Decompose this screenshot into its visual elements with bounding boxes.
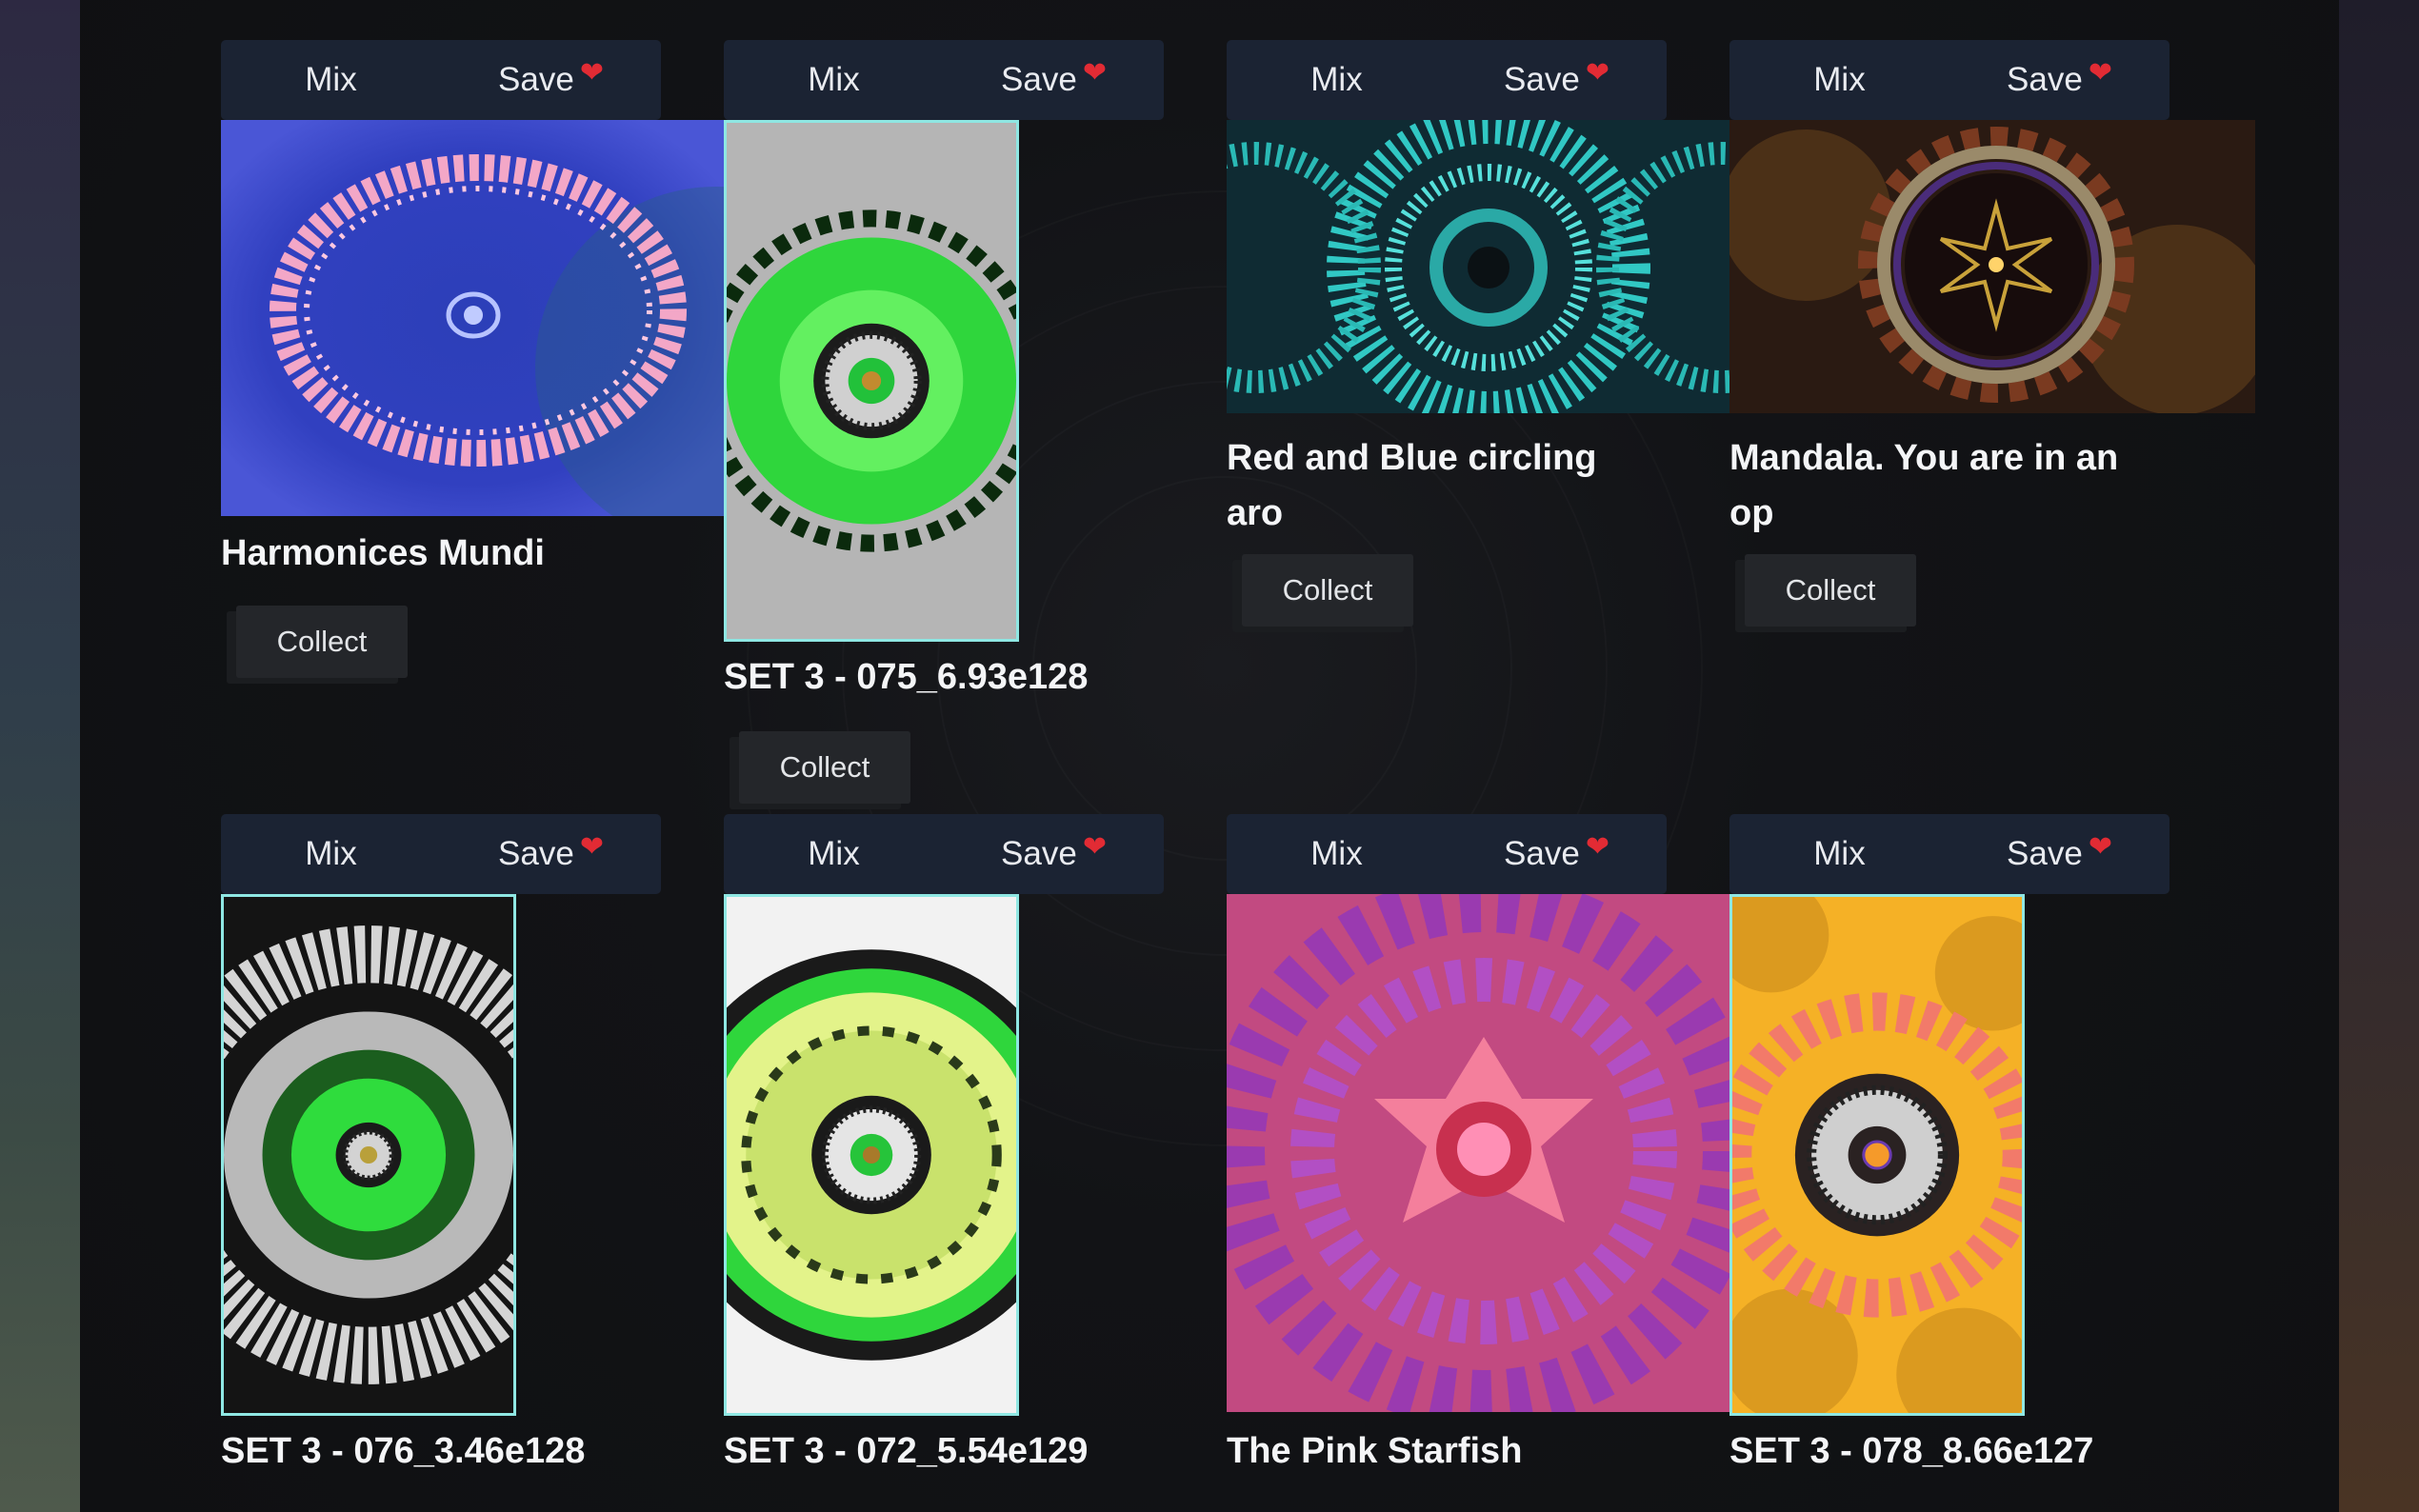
artwork-thumbnail[interactable] [221, 120, 724, 516]
save-button[interactable]: Save ❤ [1949, 40, 2169, 120]
gallery-card: Mix Save ❤ SET 3 - 078_8.66e127 [1729, 814, 2232, 1512]
collect-button[interactable]: Collect [1242, 554, 1413, 627]
heart-icon: ❤ [1585, 830, 1609, 863]
card-toolbar: Mix Save ❤ [221, 814, 661, 894]
artwork-title: Mandala. You are in an op [1729, 438, 2119, 533]
card-toolbar: Mix Save ❤ [1729, 814, 2169, 894]
artwork-title: SET 3 - 075_6.93e128 [724, 657, 1089, 697]
heart-icon: ❤ [579, 56, 604, 89]
card-toolbar: Mix Save ❤ [1227, 40, 1667, 120]
heart-icon: ❤ [1585, 56, 1609, 89]
collect-button[interactable]: Collect [739, 731, 910, 804]
mix-button[interactable]: Mix [1729, 40, 1949, 120]
artwork-thumbnail[interactable] [221, 894, 516, 1416]
mix-button[interactable]: Mix [1227, 40, 1447, 120]
save-button[interactable]: Save ❤ [944, 40, 1164, 120]
artwork-title: Red and Blue circling aro [1227, 438, 1597, 533]
artwork-title: The Pink Starfish [1227, 1431, 1523, 1471]
gallery-card: Mix Save ❤ SET 3 - 075_6.93e128 Collect [724, 40, 1227, 804]
save-button[interactable]: Save ❤ [1447, 40, 1667, 120]
gallery-card: Mix Save ❤ Mandala. You are in an op Coll… [1729, 40, 2255, 649]
heart-icon: ❤ [579, 830, 604, 863]
heart-icon: ❤ [1082, 830, 1107, 863]
artwork-thumbnail[interactable] [1227, 120, 1729, 413]
artwork-thumbnail[interactable] [724, 120, 1019, 642]
save-button[interactable]: Save ❤ [441, 40, 661, 120]
mix-button[interactable]: Mix [724, 40, 944, 120]
card-toolbar: Mix Save ❤ [1729, 40, 2169, 120]
save-button[interactable]: Save ❤ [944, 814, 1164, 894]
gallery-card: Mix Save ❤ SET 3 - 076_3.46e128 [221, 814, 724, 1512]
mix-button[interactable]: Mix [221, 40, 441, 120]
heart-icon: ❤ [2088, 830, 2112, 863]
mix-button[interactable]: Mix [1227, 814, 1447, 894]
right-backdrop [2339, 0, 2419, 1512]
card-toolbar: Mix Save ❤ [1227, 814, 1667, 894]
gallery-card: Mix Save ❤ Red and Blue circling aro Coll… [1227, 40, 1729, 649]
mix-button[interactable]: Mix [221, 814, 441, 894]
save-button[interactable]: Save ❤ [1949, 814, 2169, 894]
gallery-card: Mix Save ❤ The Pink Starfish [1227, 814, 1729, 1512]
gallery-card: Mix Save ❤ SET 3 - 072_5.54e129 [724, 814, 1227, 1512]
mix-button[interactable]: Mix [724, 814, 944, 894]
artwork-title: SET 3 - 076_3.46e128 [221, 1431, 586, 1471]
card-toolbar: Mix Save ❤ [724, 40, 1164, 120]
artwork-title: SET 3 - 072_5.54e129 [724, 1431, 1089, 1471]
artwork-thumbnail[interactable] [1729, 894, 2025, 1416]
card-toolbar: Mix Save ❤ [724, 814, 1164, 894]
heart-icon: ❤ [2088, 56, 2112, 89]
artwork-thumbnail[interactable] [724, 894, 1019, 1416]
artwork-title: Harmonices Mundi [221, 533, 545, 573]
gallery-card: Mix Save ❤ Harmonices Mundi Collect [221, 40, 724, 687]
artwork-title: SET 3 - 078_8.66e127 [1729, 1431, 2094, 1471]
heart-icon: ❤ [1082, 56, 1107, 89]
left-backdrop [0, 0, 80, 1512]
save-button[interactable]: Save ❤ [1447, 814, 1667, 894]
collect-button[interactable]: Collect [1745, 554, 1916, 627]
collect-button[interactable]: Collect [236, 606, 408, 678]
card-toolbar: Mix Save ❤ [221, 40, 661, 120]
save-button[interactable]: Save ❤ [441, 814, 661, 894]
mix-button[interactable]: Mix [1729, 814, 1949, 894]
artwork-thumbnail[interactable] [1227, 894, 1729, 1412]
gallery-stage: Mix Save ❤ Harmonices Mundi Collect Mix … [80, 0, 2339, 1512]
artwork-thumbnail[interactable] [1729, 120, 2255, 413]
